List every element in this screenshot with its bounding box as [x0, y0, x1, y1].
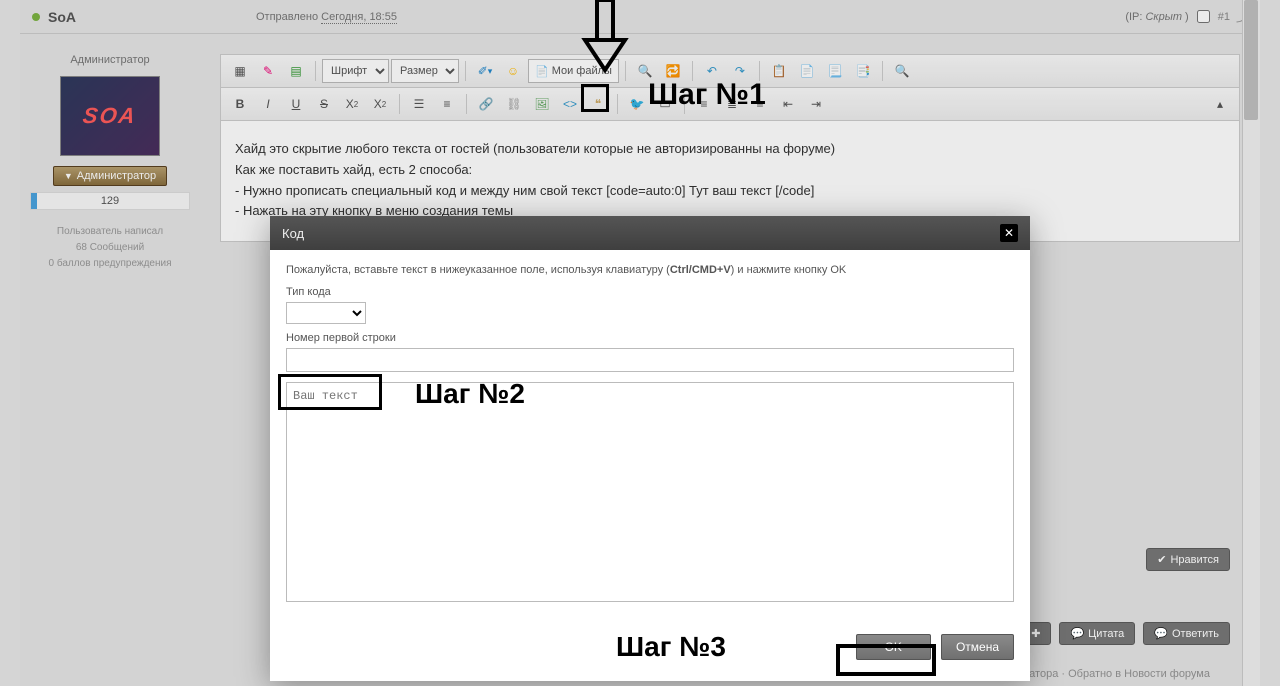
- annotation-arrow-icon: [575, 0, 635, 80]
- code-type-select[interactable]: [286, 302, 366, 324]
- reply-label: Ответить: [1172, 628, 1219, 640]
- link-icon[interactable]: 🔗: [473, 92, 499, 116]
- cancel-label: Отмена: [956, 640, 999, 654]
- paste-icon[interactable]: 📄: [794, 59, 820, 83]
- code-icon[interactable]: <>: [557, 92, 583, 116]
- size-select[interactable]: Размер: [391, 59, 459, 83]
- editor-line: - Нужно прописать специальный код и межд…: [235, 181, 1225, 202]
- code-modal: Код ✕ Пожалуйста, вставьте текст в нижеу…: [270, 216, 1030, 681]
- paste-word-icon[interactable]: 📑: [850, 59, 876, 83]
- ip-label: (IP:: [1125, 11, 1145, 23]
- code-textarea[interactable]: [286, 382, 1014, 602]
- first-line-input[interactable]: [286, 348, 1014, 372]
- color-picker-icon[interactable]: ✐: [472, 59, 498, 83]
- reputation-bar[interactable]: 129: [30, 192, 190, 210]
- ulist-icon[interactable]: ☰: [406, 92, 432, 116]
- editor-expand-up-icon[interactable]: ▴: [1207, 92, 1233, 116]
- preview-icon[interactable]: 🔍: [889, 59, 915, 83]
- sent-prefix: Отправлено: [256, 11, 321, 23]
- sent-meta: Отправлено Сегодня, 18:55: [256, 11, 397, 23]
- toggle-source-icon[interactable]: ▦: [227, 59, 253, 83]
- like-button[interactable]: ✔ Нравится: [1146, 548, 1230, 571]
- quote-label: Цитата: [1088, 628, 1124, 640]
- sent-time-link[interactable]: Сегодня, 18:55: [321, 11, 397, 24]
- username[interactable]: SoA: [48, 9, 76, 25]
- stats-warnings[interactable]: 0 баллов предупреждения: [30, 256, 190, 272]
- cancel-button[interactable]: Отмена: [941, 634, 1014, 660]
- editor-line: Как же поставить хайд, есть 2 способа:: [235, 160, 1225, 181]
- outdent-icon[interactable]: ⇤: [775, 92, 801, 116]
- unlink-icon[interactable]: ⛓: [501, 92, 527, 116]
- page-scrollbar[interactable]: [1242, 0, 1260, 686]
- quote-button[interactable]: 💬 Цитата: [1059, 622, 1135, 645]
- indent-icon[interactable]: ⇥: [803, 92, 829, 116]
- ok-label: OK: [885, 640, 902, 654]
- modal-instruction-kbd: Ctrl/CMD+V: [670, 264, 731, 276]
- reputation-value: 129: [101, 195, 119, 207]
- media-twitter-icon[interactable]: 🐦: [624, 92, 650, 116]
- subscript-icon[interactable]: X2: [339, 92, 365, 116]
- modal-close-icon[interactable]: ✕: [1000, 224, 1018, 242]
- avatar[interactable]: SOA: [60, 76, 160, 156]
- olist-icon[interactable]: ≡: [434, 92, 460, 116]
- modal-header: Код ✕: [270, 216, 1030, 250]
- ip-info: (IP: Скрыт ): [1125, 11, 1188, 23]
- ok-button[interactable]: OK: [856, 634, 931, 660]
- copy-icon[interactable]: 📋: [766, 59, 792, 83]
- user-sidebar: Администратор SOA Администратор 129 Поль…: [20, 44, 200, 282]
- post-number[interactable]: #1: [1218, 11, 1230, 23]
- smiley-icon[interactable]: ☺: [500, 59, 526, 83]
- annotation-step3: Шаг №3: [616, 631, 726, 663]
- ip-value: Скрыт: [1145, 11, 1182, 23]
- modal-instruction-pre: Пожалуйста, вставьте текст в нижеуказанн…: [286, 264, 670, 276]
- editor-line: Хайд это скрытие любого текста от гостей…: [235, 139, 1225, 160]
- post-select-checkbox[interactable]: [1197, 10, 1210, 23]
- admin-badge-label: Администратор: [77, 170, 156, 182]
- code-type-label: Тип кода: [286, 286, 1014, 298]
- ip-close: ): [1182, 11, 1189, 23]
- modal-instruction: Пожалуйста, вставьте текст в нижеуказанн…: [286, 264, 1014, 276]
- scrollbar-thumb[interactable]: [1244, 0, 1258, 120]
- italic-icon[interactable]: I: [255, 92, 281, 116]
- stats-posts[interactable]: 68 Сообщений: [30, 240, 190, 256]
- modal-instruction-post: ) и нажмите кнопку OK: [731, 264, 847, 276]
- bold-icon[interactable]: B: [227, 92, 253, 116]
- like-label: Нравится: [1170, 554, 1219, 566]
- paste-text-icon[interactable]: 📃: [822, 59, 848, 83]
- first-line-label: Номер первой строки: [286, 332, 1014, 344]
- stats-wrote: Пользователь написал: [30, 224, 190, 240]
- avatar-text: SOA: [81, 103, 138, 129]
- online-status-dot: [32, 13, 40, 21]
- annotation-code-button-highlight: [581, 84, 609, 112]
- switch-editor-icon[interactable]: ▤: [283, 59, 309, 83]
- modal-title: Код: [282, 226, 304, 241]
- eraser-icon[interactable]: ✎: [255, 59, 281, 83]
- reply-button[interactable]: 💬 Ответить: [1143, 622, 1230, 645]
- user-role-label: Администратор: [30, 54, 190, 66]
- admin-badge[interactable]: Администратор: [53, 166, 167, 186]
- annotation-step1: Шаг №1: [648, 78, 766, 112]
- underline-icon[interactable]: U: [283, 92, 309, 116]
- annotation-step2: Шаг №2: [415, 378, 525, 410]
- strike-icon[interactable]: S: [311, 92, 337, 116]
- image-icon[interactable]: 🖼: [529, 92, 555, 116]
- superscript-icon[interactable]: X2: [367, 92, 393, 116]
- font-select[interactable]: Шрифт: [322, 59, 389, 83]
- post-header: SoA Отправлено Сегодня, 18:55 (IP: Скрыт…: [20, 0, 1260, 34]
